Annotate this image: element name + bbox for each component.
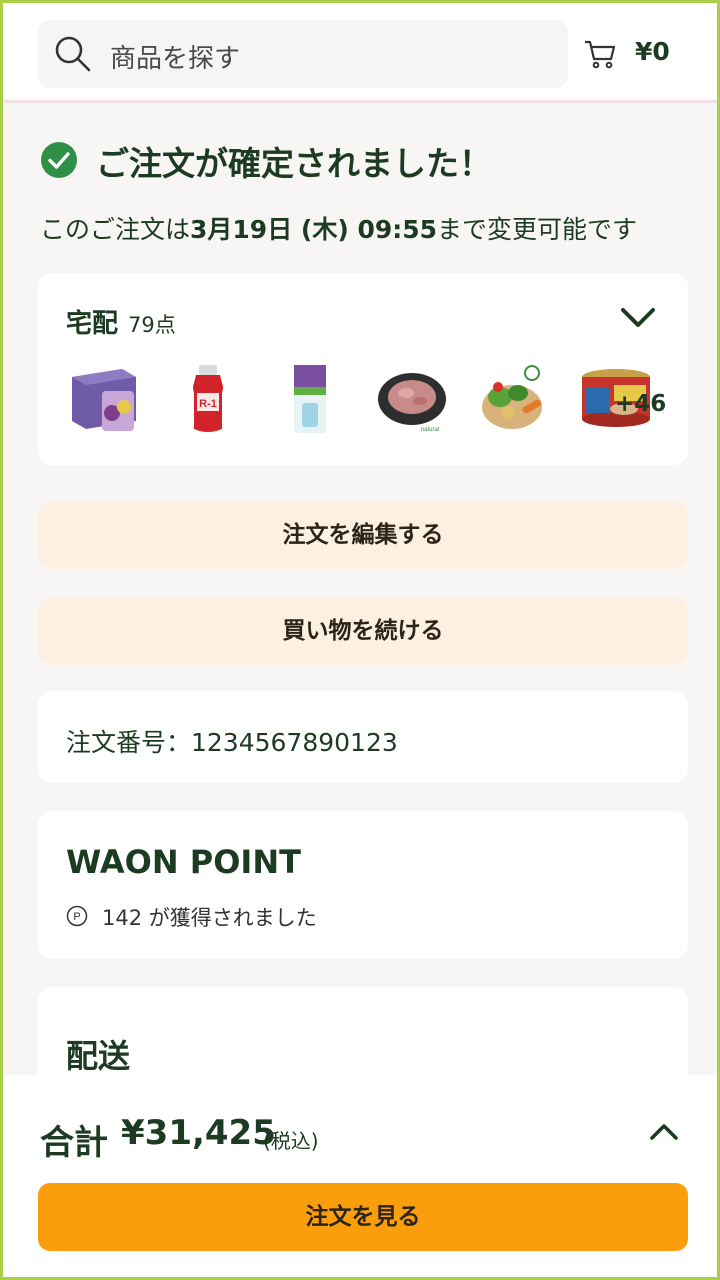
ground-meat-tray-icon[interactable]: natural	[376, 363, 448, 435]
sub-suffix: まで変更可能です	[437, 215, 638, 244]
check-circle-icon	[41, 142, 77, 178]
svg-text:R-1: R-1	[199, 398, 217, 410]
waon-points-text: 142 が獲得されました	[102, 906, 317, 930]
confirmation-title: ご注文が確定されました！	[96, 144, 492, 183]
chevron-up-icon[interactable]	[649, 1121, 679, 1143]
product-thumbnails: R-1 natural	[64, 363, 664, 443]
sub-deadline: 3月19日 (木) 09:55	[190, 215, 438, 244]
jelly-drink-box-icon[interactable]	[68, 363, 140, 435]
confirmation-subtitle: このご注文は3月19日 (木) 09:55まで変更可能です	[40, 210, 637, 246]
delivery-count: 79点	[128, 313, 176, 337]
app-frame: 商品を探す ¥0 ご注文が確定されました！ このご注文は3月19日 (木) 09…	[0, 0, 720, 1280]
svg-text:natural: natural	[421, 427, 439, 433]
search-icon	[55, 36, 91, 72]
vegetables-basket-icon[interactable]	[478, 363, 550, 435]
waon-point-card: WAON POINT P 142 が獲得されました	[38, 811, 688, 959]
sub-prefix: このご注文は	[40, 215, 191, 244]
cart-icon[interactable]	[583, 39, 617, 69]
order-number: 注文番号：1234567890123	[66, 728, 398, 757]
chevron-down-icon[interactable]	[620, 305, 656, 331]
total-label: 合計	[40, 1123, 108, 1163]
delivery-label: 宅配	[66, 309, 119, 339]
delivery-card[interactable]: 宅配 79点 R-1 natural +46	[38, 273, 688, 465]
edit-order-button[interactable]: 注文を編集する	[38, 501, 688, 569]
waon-title: WAON POINT	[66, 843, 301, 881]
yogurt-drink-bottle-icon[interactable]: R-1	[172, 363, 244, 435]
mouthwash-bottle-icon[interactable]	[274, 363, 346, 435]
continue-shopping-button[interactable]: 買い物を続ける	[38, 597, 688, 665]
header: 商品を探す ¥0	[3, 3, 717, 103]
total-value: ¥31,425	[121, 1113, 276, 1153]
svg-text:P: P	[73, 911, 80, 923]
search-placeholder: 商品を探す	[110, 44, 241, 74]
more-items-count: +46	[615, 391, 667, 417]
search-input[interactable]: 商品を探す	[38, 20, 568, 88]
bottom-bar: 合計 ¥31,425 (税込) 注文を見る	[3, 1075, 717, 1277]
tax-note: (税込)	[263, 1129, 319, 1153]
cart-total[interactable]: ¥0	[635, 37, 670, 66]
shipping-title: 配送	[66, 1037, 131, 1075]
point-icon: P	[66, 905, 88, 927]
order-number-card: 注文番号：1234567890123	[38, 691, 688, 783]
view-order-button[interactable]: 注文を見る	[38, 1183, 688, 1251]
